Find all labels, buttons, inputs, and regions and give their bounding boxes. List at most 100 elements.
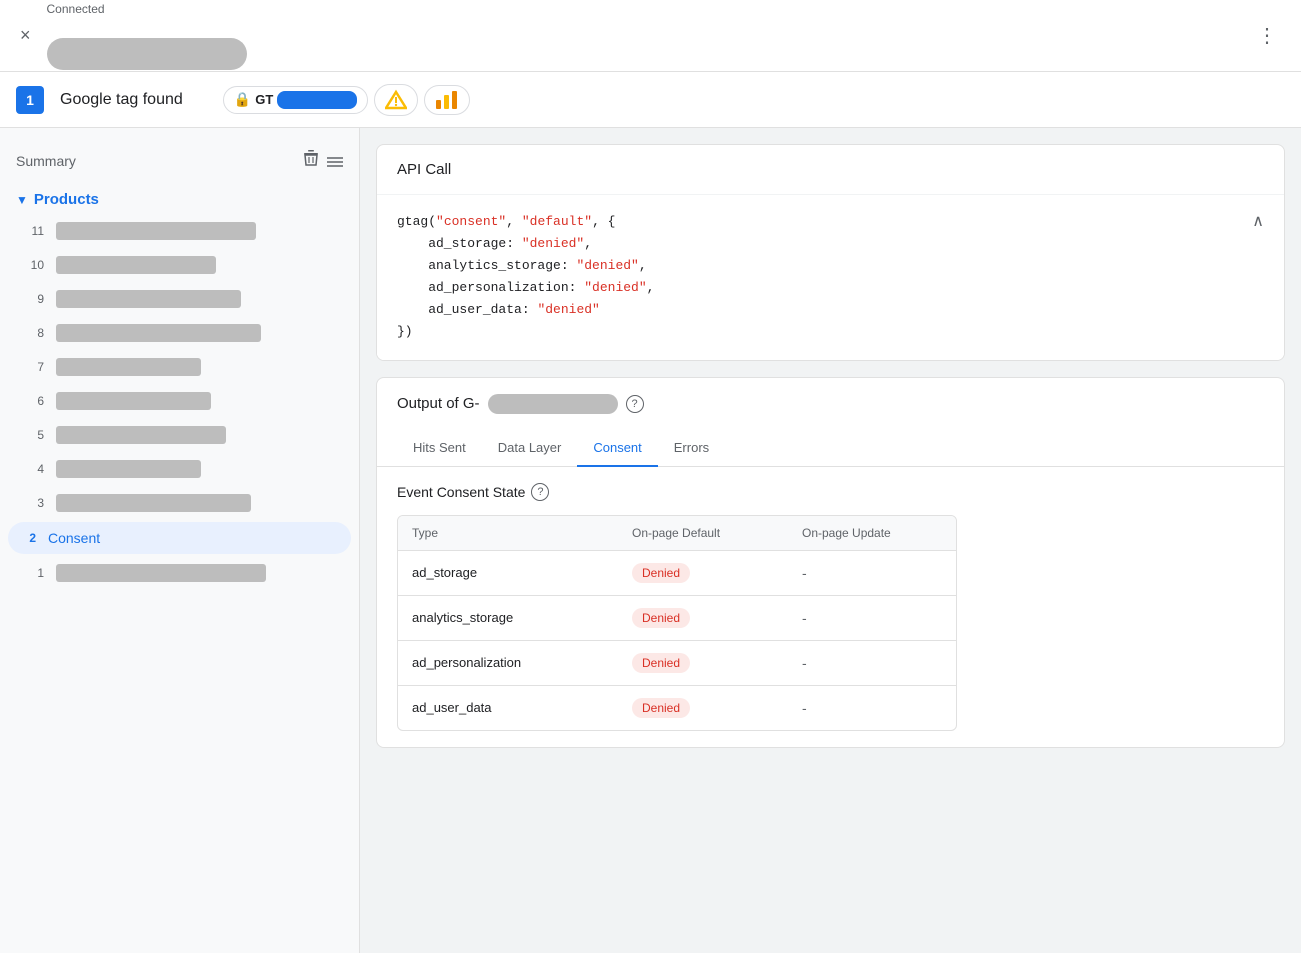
summary-header: Summary — [0, 140, 359, 185]
denied-badge: Denied — [632, 608, 690, 628]
type-cell: ad_personalization — [398, 643, 618, 682]
update-cell: - — [788, 598, 957, 638]
summary-label: Summary — [16, 153, 76, 169]
item-bar — [56, 256, 216, 274]
analytics-icon — [435, 90, 459, 110]
close-button[interactable]: × — [16, 21, 35, 50]
item-bar — [56, 290, 241, 308]
more-options-button[interactable]: ⋮ — [1249, 19, 1285, 52]
api-call-card: API Call ∧ gtag("consent", "default", { … — [376, 144, 1285, 361]
list-item[interactable]: 6 — [0, 384, 359, 418]
api-call-title: API Call — [377, 145, 1284, 195]
list-item[interactable]: 10 — [0, 248, 359, 282]
collapse-button[interactable]: ∧ — [1252, 211, 1264, 231]
tab-errors[interactable]: Errors — [658, 430, 725, 467]
update-cell: - — [788, 643, 957, 683]
item-bar — [56, 494, 251, 512]
top-bar-right: ⋮ — [1249, 19, 1285, 52]
code-block: ∧ gtag("consent", "default", { ad_storag… — [377, 195, 1284, 360]
list-item[interactable]: 8 — [0, 316, 359, 350]
tabs-row: Hits Sent Data Layer Consent Errors — [377, 430, 1284, 467]
item-bar — [56, 392, 211, 410]
connection-pill — [47, 38, 247, 70]
consent-state-header: Event Consent State ? — [397, 483, 1264, 501]
lock-icon: 🔒 — [234, 91, 251, 108]
denied-badge: Denied — [632, 653, 690, 673]
google-ads-pill[interactable] — [374, 84, 418, 116]
code-line-2: ad_storage: "denied", — [397, 233, 1264, 255]
default-cell: Denied — [618, 641, 788, 685]
analytics-pill[interactable] — [424, 85, 470, 115]
item-bar — [56, 324, 261, 342]
output-header: Output of G- ? — [377, 378, 1284, 430]
main-layout: Summary ▼ Products — [0, 128, 1301, 953]
clear-all-button[interactable] — [301, 148, 343, 173]
output-id-pill — [488, 394, 618, 414]
main-content: API Call ∧ gtag("consent", "default", { … — [360, 128, 1301, 953]
col-update: On-page Update — [788, 516, 957, 550]
top-bar-left: × Connected — [16, 2, 247, 70]
tag-badge: 1 — [16, 86, 44, 114]
item-bar — [56, 564, 266, 582]
consent-state-label: Event Consent State — [397, 484, 525, 500]
top-bar: × Connected ⋮ — [0, 0, 1301, 72]
consent-state-help-icon[interactable]: ? — [531, 483, 549, 501]
products-header[interactable]: ▼ Products — [0, 185, 359, 214]
connected-label: Connected — [47, 2, 247, 16]
denied-badge: Denied — [632, 698, 690, 718]
code-line-4: ad_personalization: "denied", — [397, 277, 1264, 299]
consent-table: Type On-page Default On-page Update ad_s… — [397, 515, 957, 731]
type-cell: analytics_storage — [398, 598, 618, 637]
list-item[interactable]: 11 — [0, 214, 359, 248]
code-line-5: ad_user_data: "denied" — [397, 299, 1264, 321]
denied-badge: Denied — [632, 563, 690, 583]
table-row: ad_storage Denied - — [398, 551, 956, 596]
gt-label: GT — [255, 92, 273, 107]
item-bar — [56, 222, 256, 240]
gtm-tag-pill[interactable]: 🔒 GT — [223, 86, 369, 114]
update-cell: - — [788, 553, 957, 593]
list-item[interactable]: 3 — [0, 486, 359, 520]
sidebar: Summary ▼ Products — [0, 128, 360, 953]
default-cell: Denied — [618, 551, 788, 595]
type-cell: ad_user_data — [398, 688, 618, 727]
code-line-6: }) — [397, 321, 1264, 343]
col-default: On-page Default — [618, 516, 788, 550]
type-cell: ad_storage — [398, 553, 618, 592]
table-row: analytics_storage Denied - — [398, 596, 956, 641]
list-item[interactable]: 5 — [0, 418, 359, 452]
consent-section: Event Consent State ? Type On-page Defau… — [377, 467, 1284, 747]
table-header-row: Type On-page Default On-page Update — [398, 516, 956, 551]
gt-id-pill — [277, 91, 357, 109]
default-cell: Denied — [618, 686, 788, 730]
list-item[interactable]: 9 — [0, 282, 359, 316]
products-chevron-icon: ▼ — [16, 193, 28, 207]
products-section: ▼ Products 11 10 9 8 7 — [0, 185, 359, 598]
header-title: Google tag found — [60, 91, 183, 109]
tab-consent[interactable]: Consent — [577, 430, 657, 467]
table-row: ad_personalization Denied - — [398, 641, 956, 686]
item-bar — [56, 460, 201, 478]
tab-data-layer[interactable]: Data Layer — [482, 430, 578, 467]
item-bar — [56, 358, 201, 376]
header-row: 1 Google tag found 🔒 GT — [0, 72, 1301, 128]
code-line-3: analytics_storage: "denied", — [397, 255, 1264, 277]
output-help-icon[interactable]: ? — [626, 395, 644, 413]
output-title: Output of G- — [397, 395, 480, 412]
table-row: ad_user_data Denied - — [398, 686, 956, 730]
default-cell: Denied — [618, 596, 788, 640]
sidebar-item-consent[interactable]: 2 Consent — [8, 522, 351, 554]
tab-hits-sent[interactable]: Hits Sent — [397, 430, 482, 467]
google-ads-icon — [385, 89, 407, 111]
tag-pills: 🔒 GT — [223, 84, 471, 116]
update-cell: - — [788, 688, 957, 728]
consent-label: Consent — [48, 530, 100, 546]
products-title: Products — [34, 191, 99, 208]
list-item[interactable]: 1 — [0, 556, 359, 590]
code-line-1: gtag("consent", "default", { — [397, 211, 1264, 233]
list-item[interactable]: 4 — [0, 452, 359, 486]
col-type: Type — [398, 516, 618, 550]
list-item[interactable]: 7 — [0, 350, 359, 384]
output-card: Output of G- ? Hits Sent Data Layer Cons… — [376, 377, 1285, 748]
item-bar — [56, 426, 226, 444]
